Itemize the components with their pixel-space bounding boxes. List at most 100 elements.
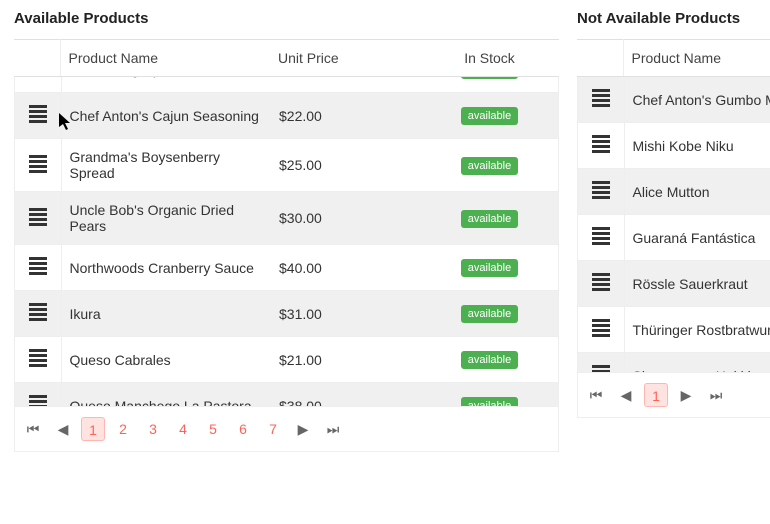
- cell-unit-price: $40.00: [271, 245, 421, 291]
- table-row[interactable]: Northwoods Cranberry Sauce$40.00 availabl…: [15, 245, 558, 291]
- status-badge: available: [461, 351, 518, 369]
- table-row[interactable]: Queso Cabrales$21.00 available: [15, 337, 558, 383]
- drag-handle-icon[interactable]: [592, 271, 610, 293]
- cell-unit-price: $25.00: [271, 139, 421, 192]
- cell-product-name: Guaraná Fantástica: [624, 215, 770, 261]
- table-row[interactable]: Alice Mutton: [578, 169, 770, 215]
- status-badge: available: [461, 397, 518, 407]
- available-products-header: Product Name Unit Price In Stock: [14, 39, 559, 77]
- table-row[interactable]: Guaraná Fantástica: [578, 215, 770, 261]
- drag-handle-icon[interactable]: [29, 77, 47, 79]
- cell-in-stock: available: [421, 192, 558, 245]
- not-available-products-header: Product Name: [577, 39, 770, 77]
- drag-handle-icon[interactable]: [29, 103, 47, 125]
- cell-unit-price: $30.00: [271, 192, 421, 245]
- available-products-body[interactable]: Aniseed Syrup$10.00availableChef Anton's…: [14, 77, 559, 407]
- col-product-name[interactable]: Product Name: [623, 40, 770, 77]
- status-badge: available: [461, 157, 518, 175]
- cell-product-name: Chef Anton's Gumbo Mix: [624, 77, 770, 123]
- drag-handle-icon[interactable]: [29, 206, 47, 228]
- table-row[interactable]: Mishi Kobe Niku: [578, 123, 770, 169]
- cell-product-name: Queso Cabrales: [61, 337, 271, 383]
- col-in-stock[interactable]: In Stock: [420, 40, 559, 77]
- drag-handle-icon[interactable]: [29, 301, 47, 323]
- pager-page[interactable]: 4: [171, 417, 195, 441]
- table-row[interactable]: Singaporean Hokkien Fried Mee: [578, 353, 770, 374]
- cell-in-stock: available: [421, 291, 558, 337]
- cell-in-stock: available: [421, 245, 558, 291]
- table-row[interactable]: Thüringer Rostbratwurst: [578, 307, 770, 353]
- drag-handle-icon[interactable]: [29, 393, 47, 407]
- pager-page[interactable]: 6: [231, 417, 255, 441]
- table-row[interactable]: Ikura$31.00 available: [15, 291, 558, 337]
- cell-unit-price: $21.00: [271, 337, 421, 383]
- pager-page[interactable]: 5: [201, 417, 225, 441]
- drag-handle-icon[interactable]: [592, 317, 610, 339]
- pager-first[interactable]: ⏮: [21, 417, 45, 441]
- pager-last[interactable]: ⏭: [321, 417, 345, 441]
- pager-page[interactable]: 1: [81, 417, 105, 441]
- available-products-title: Available Products: [14, 10, 559, 27]
- cell-product-name: Aniseed Syrup: [61, 77, 271, 93]
- table-row[interactable]: Aniseed Syrup$10.00 available: [15, 77, 558, 93]
- cell-product-name: Ikura: [61, 291, 271, 337]
- pager-prev[interactable]: ◀: [51, 417, 75, 441]
- drag-handle-icon[interactable]: [29, 153, 47, 175]
- drag-handle-icon[interactable]: [29, 255, 47, 277]
- pager-page[interactable]: 1: [644, 383, 668, 407]
- pager-prev[interactable]: ◀: [614, 383, 638, 407]
- cell-unit-price: $31.00: [271, 291, 421, 337]
- status-badge: available: [461, 259, 518, 277]
- drag-handle-icon[interactable]: [29, 347, 47, 369]
- table-row[interactable]: Uncle Bob's Organic Dried Pears$30.00 ava…: [15, 192, 558, 245]
- available-products-panel: Available Products Product Name Unit Pri…: [14, 10, 559, 452]
- cell-product-name: Alice Mutton: [624, 169, 770, 215]
- status-badge: available: [461, 210, 518, 228]
- not-available-products-panel: Not Available Products Product Name Chef…: [577, 10, 770, 452]
- table-row[interactable]: Grandma's Boysenberry Spread$25.00 availa…: [15, 139, 558, 192]
- cell-product-name: Rössle Sauerkraut: [624, 261, 770, 307]
- table-row[interactable]: Chef Anton's Cajun Seasoning$22.00 availa…: [15, 93, 558, 139]
- pager-first[interactable]: ⏮: [584, 383, 608, 407]
- not-available-products-title: Not Available Products: [577, 10, 770, 27]
- cell-product-name: Uncle Bob's Organic Dried Pears: [61, 192, 271, 245]
- drag-handle-icon[interactable]: [592, 363, 610, 373]
- cell-unit-price: $10.00: [271, 77, 421, 93]
- not-available-products-body[interactable]: Chef Anton's Gumbo MixMishi Kobe NikuAli…: [577, 77, 770, 373]
- cell-unit-price: $38.00: [271, 383, 421, 408]
- pager-page[interactable]: 2: [111, 417, 135, 441]
- drag-handle-icon[interactable]: [592, 179, 610, 201]
- cell-product-name: Queso Manchego La Pastora: [61, 383, 271, 408]
- table-row[interactable]: Queso Manchego La Pastora$38.00 available: [15, 383, 558, 408]
- drag-handle-header: [14, 40, 60, 77]
- drag-handle-header: [577, 40, 623, 77]
- cell-product-name: Mishi Kobe Niku: [624, 123, 770, 169]
- status-badge: available: [461, 77, 518, 79]
- status-badge: available: [461, 107, 518, 125]
- cell-unit-price: $22.00: [271, 93, 421, 139]
- cell-in-stock: available: [421, 337, 558, 383]
- status-badge: available: [461, 305, 518, 323]
- cell-product-name: Thüringer Rostbratwurst: [624, 307, 770, 353]
- pager-next[interactable]: ▶: [291, 417, 315, 441]
- pager-last[interactable]: ⏭: [704, 383, 728, 407]
- cell-in-stock: available: [421, 93, 558, 139]
- col-unit-price[interactable]: Unit Price: [270, 40, 420, 77]
- cell-product-name: Chef Anton's Cajun Seasoning: [61, 93, 271, 139]
- pager-next[interactable]: ▶: [674, 383, 698, 407]
- drag-handle-icon[interactable]: [592, 225, 610, 247]
- table-row[interactable]: Chef Anton's Gumbo Mix: [578, 77, 770, 123]
- cell-product-name: Singaporean Hokkien Fried Mee: [624, 353, 770, 374]
- pager-page[interactable]: 7: [261, 417, 285, 441]
- cell-product-name: Northwoods Cranberry Sauce: [61, 245, 271, 291]
- pager-page[interactable]: 3: [141, 417, 165, 441]
- available-pager: ⏮ ◀ 1234567 ▶ ⏭: [14, 407, 559, 452]
- col-product-name[interactable]: Product Name: [60, 40, 270, 77]
- cell-in-stock: available: [421, 77, 558, 93]
- cell-in-stock: available: [421, 139, 558, 192]
- cell-product-name: Grandma's Boysenberry Spread: [61, 139, 271, 192]
- drag-handle-icon[interactable]: [592, 133, 610, 155]
- table-row[interactable]: Rössle Sauerkraut: [578, 261, 770, 307]
- drag-handle-icon[interactable]: [592, 87, 610, 109]
- cell-in-stock: available: [421, 383, 558, 408]
